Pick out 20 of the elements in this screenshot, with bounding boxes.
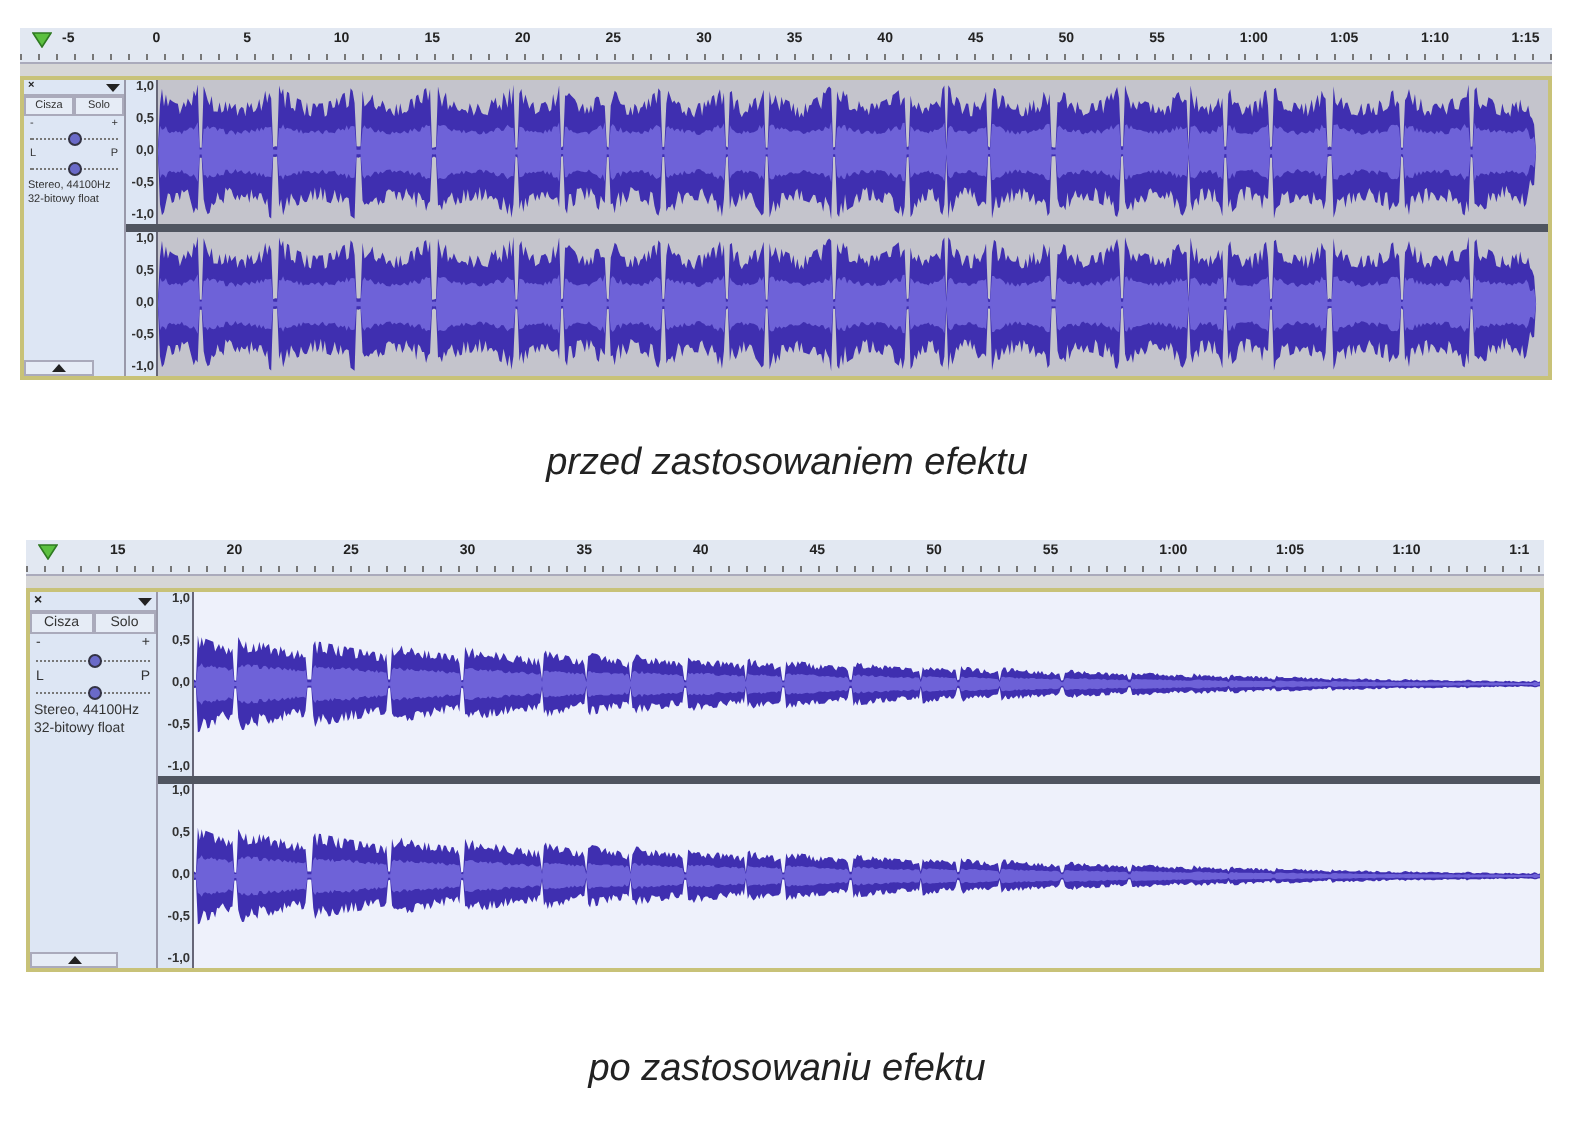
caret-icon[interactable] [106,83,120,92]
play-head-icon[interactable] [32,32,52,48]
collapse-button[interactable] [30,952,119,968]
up-arrow-icon [52,364,66,372]
collapse-button[interactable] [24,360,94,376]
play-head-icon[interactable] [38,544,58,560]
slider-thumb[interactable] [87,653,101,668]
slider-track[interactable] [30,130,118,141]
up-arrow-icon [67,956,82,964]
figure-caption: po zastosowaniu efektu [585,1048,988,1092]
slider-track[interactable] [36,684,150,695]
slider-thumb[interactable] [87,686,101,701]
slider-track[interactable] [30,160,118,171]
slider-thumb[interactable] [68,132,82,147]
waveform[interactable] [158,80,1548,224]
slider-thumb[interactable] [68,162,82,177]
slider-track[interactable] [36,651,150,662]
caret-icon[interactable] [138,597,152,606]
figure-caption: przed zastosowaniem efektu [543,442,1030,486]
waveform[interactable] [158,232,1548,376]
